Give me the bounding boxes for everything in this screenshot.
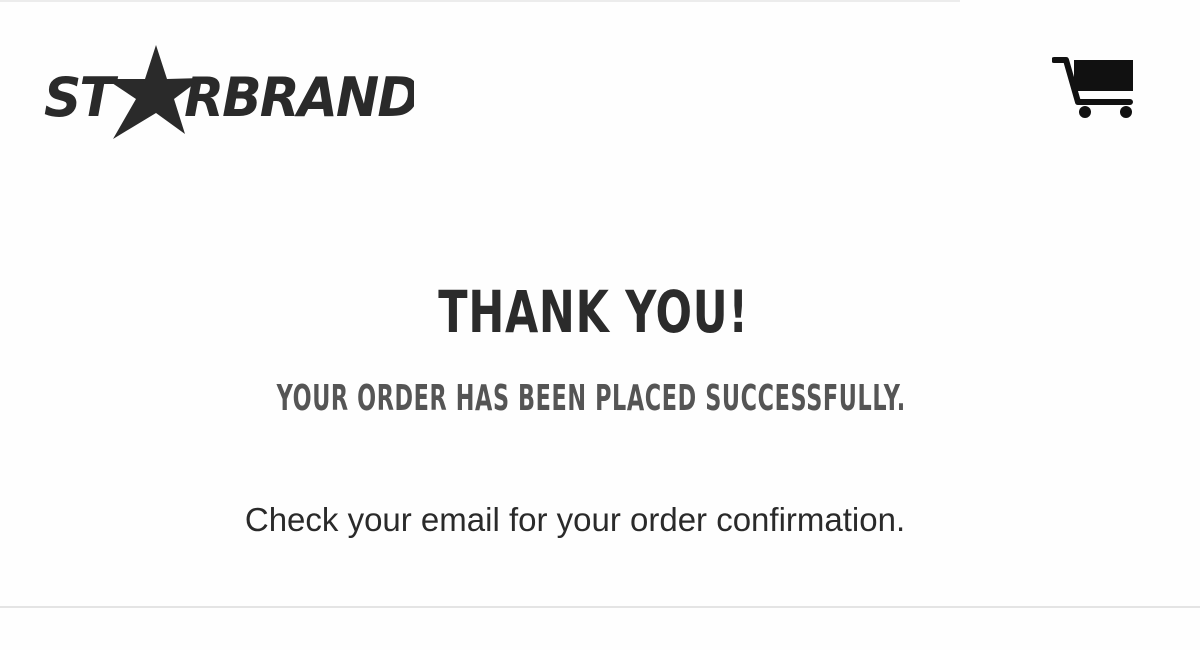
email-confirmation-note: Check your email for your order confirma… — [244, 501, 906, 538]
shopping-cart-button[interactable] — [1051, 56, 1138, 122]
svg-text:RBRAND: RBRAND — [184, 67, 414, 129]
site-header: ST RBRAND — [0, 0, 1200, 160]
bottom-divider — [0, 606, 1200, 608]
brand-logo[interactable]: ST RBRAND — [44, 42, 420, 142]
shopping-cart-icon — [1051, 57, 1133, 118]
brand-logo-graphic: ST RBRAND — [44, 45, 420, 139]
order-confirmation-page: ST RBRAND THANK YOU! YOUR ORDER HAS BEEN… — [0, 0, 1200, 650]
svg-text:ST: ST — [44, 67, 119, 129]
order-success-subheading: YOUR ORDER HAS BEEN PLACED SUCCESSFULLY. — [276, 378, 906, 419]
thank-you-heading: THANK YOU! — [438, 278, 749, 346]
